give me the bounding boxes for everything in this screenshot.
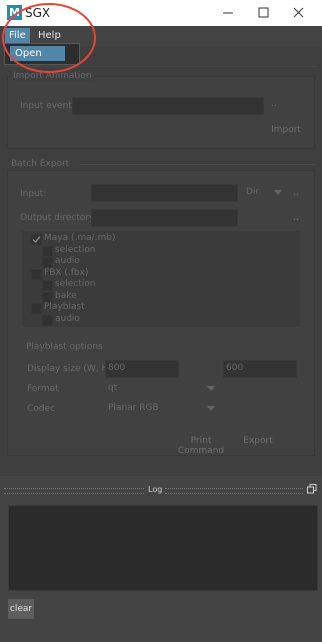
annotation-circle	[2, 3, 96, 73]
maximize-button[interactable]	[250, 2, 276, 24]
dock-grip-left[interactable]	[4, 488, 144, 494]
maximize-icon	[258, 7, 269, 18]
close-icon	[293, 7, 304, 18]
minimize-icon	[223, 12, 233, 14]
undock-button[interactable]	[307, 484, 317, 494]
log-title: Log	[148, 485, 163, 494]
close-button[interactable]	[285, 2, 311, 24]
log-output[interactable]	[8, 505, 318, 591]
float-window-icon	[307, 484, 317, 494]
minimize-button[interactable]	[215, 2, 241, 24]
clear-log-button[interactable]: clear	[8, 599, 34, 619]
dock-grip-right[interactable]	[165, 488, 303, 494]
modal-dim-overlay	[0, 46, 322, 476]
